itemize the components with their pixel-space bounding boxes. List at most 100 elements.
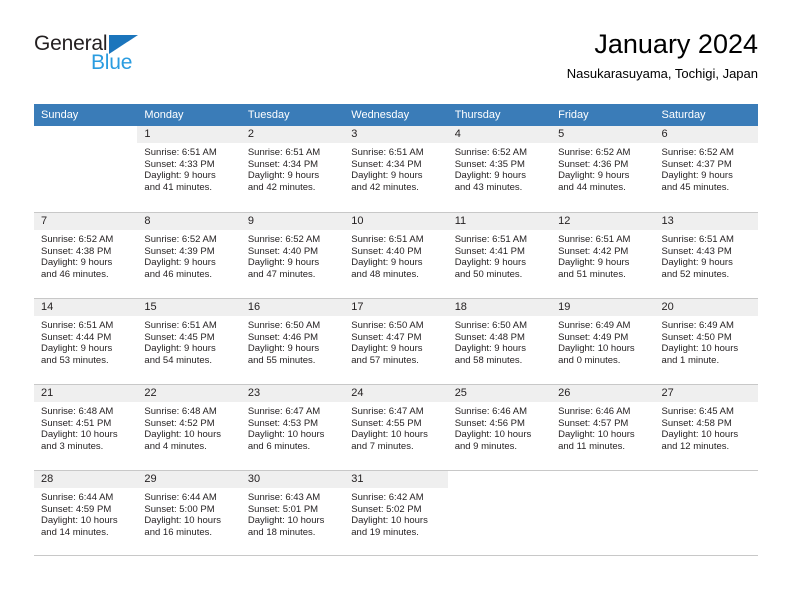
day-cell[interactable]: 8 Sunrise: 6:52 AM Sunset: 4:39 PM Daylight… [137, 212, 241, 298]
day-info-line: Sunset: 4:51 PM [41, 417, 112, 429]
day-number: 2 [240, 126, 345, 143]
day-number: 18 [447, 299, 552, 316]
day-info-line: Daylight: 9 hours [661, 170, 733, 182]
page-subtitle: Nasukarasuyama, Tochigi, Japan [566, 66, 758, 81]
day-info-line: Sunset: 4:59 PM [41, 503, 112, 515]
day-info-line: and 57 minutes. [351, 354, 419, 366]
day-info-line: Sunrise: 6:51 AM [247, 147, 321, 158]
day-info-line: and 3 minutes. [41, 440, 104, 452]
day-info-line: Daylight: 9 hours [144, 257, 216, 269]
day-info-line: Daylight: 9 hours [454, 257, 526, 269]
day-info-line: Daylight: 9 hours [247, 257, 320, 269]
day-cell[interactable]: 6 Sunrise: 6:52 AM Sunset: 4:37 PM Daylight… [654, 126, 758, 212]
page-header: General Blue January 2024 Nasukarasuyama… [34, 28, 758, 96]
day-info-line: Daylight: 10 hours [247, 429, 325, 441]
day-info-line: and 47 minutes. [247, 268, 316, 280]
day-cell[interactable]: 19 Sunrise: 6:49 AM Sunset: 4:49 PM Dayligh… [551, 298, 655, 384]
calendar-week-row: 21 Sunrise: 6:48 AM Sunset: 4:51 PM Dayligh… [34, 384, 758, 470]
day-info-line: Sunrise: 6:48 AM [144, 406, 217, 417]
day-info-line: Sunset: 4:48 PM [454, 331, 525, 343]
day-cell[interactable]: 12 Sunrise: 6:51 AM Sunset: 4:42 PM Dayligh… [551, 212, 655, 298]
day-sun-info: Sunrise: 6:52 AM Sunset: 4:35 PM Daylight:… [448, 143, 551, 193]
day-cell[interactable]: 1 Sunrise: 6:51 AM Sunset: 4:33 PM Daylight… [137, 126, 241, 212]
day-info-line: Daylight: 10 hours [454, 429, 532, 441]
day-cell[interactable]: 3 Sunrise: 6:51 AM Sunset: 4:34 PM Daylight… [344, 126, 448, 212]
day-number: 31 [344, 471, 448, 488]
day-cell[interactable]: 22 Sunrise: 6:48 AM Sunset: 4:52 PM Dayligh… [137, 384, 241, 470]
day-info-line: Daylight: 9 hours [351, 170, 423, 182]
day-info-line: Daylight: 9 hours [247, 343, 320, 355]
weekday-header-monday: Monday [137, 104, 241, 126]
day-info-line: Sunrise: 6:48 AM [41, 406, 114, 417]
day-cell[interactable]: 18 Sunrise: 6:50 AM Sunset: 4:48 PM Dayligh… [447, 298, 552, 384]
day-sun-info: Sunrise: 6:50 AM Sunset: 4:46 PM Daylight:… [241, 316, 344, 366]
day-info-line: Daylight: 10 hours [351, 429, 428, 441]
day-cell[interactable]: 25 Sunrise: 6:46 AM Sunset: 4:56 PM Dayligh… [447, 384, 552, 470]
day-sun-info: Sunrise: 6:46 AM Sunset: 4:57 PM Daylight:… [551, 402, 654, 452]
day-cell[interactable]: 17 Sunrise: 6:50 AM Sunset: 4:47 PM Dayligh… [344, 298, 448, 384]
day-cell[interactable]: 11 Sunrise: 6:51 AM Sunset: 4:41 PM Dayligh… [447, 212, 552, 298]
day-sun-info: Sunrise: 6:52 AM Sunset: 4:38 PM Daylight:… [34, 230, 137, 280]
day-number: 16 [240, 299, 345, 316]
day-cell[interactable]: 10 Sunrise: 6:51 AM Sunset: 4:40 PM Dayligh… [344, 212, 448, 298]
day-cell[interactable]: 13 Sunrise: 6:51 AM Sunset: 4:43 PM Dayligh… [654, 212, 758, 298]
day-cell[interactable]: 21 Sunrise: 6:48 AM Sunset: 4:51 PM Dayligh… [34, 384, 138, 470]
day-cell[interactable]: 15 Sunrise: 6:51 AM Sunset: 4:45 PM Dayligh… [137, 298, 241, 384]
day-info-line: Sunrise: 6:50 AM [351, 320, 424, 331]
day-number: 3 [344, 126, 448, 143]
day-cell[interactable]: 20 Sunrise: 6:49 AM Sunset: 4:50 PM Dayligh… [654, 298, 758, 384]
day-info-line: Daylight: 9 hours [661, 257, 733, 269]
day-sun-info: Sunrise: 6:51 AM Sunset: 4:34 PM Daylight:… [344, 143, 447, 193]
day-cell[interactable]: 26 Sunrise: 6:46 AM Sunset: 4:57 PM Dayligh… [551, 384, 655, 470]
day-info-line: Sunrise: 6:44 AM [41, 492, 114, 503]
day-cell-empty [654, 470, 758, 556]
day-cell[interactable]: 31 Sunrise: 6:42 AM Sunset: 5:02 PM Dayligh… [344, 470, 448, 556]
day-info-line: Sunset: 5:00 PM [144, 503, 215, 515]
day-info-line: and 18 minutes. [247, 526, 316, 538]
weekday-header-wednesday: Wednesday [344, 104, 448, 126]
day-number: 19 [551, 299, 655, 316]
day-cell[interactable]: 2 Sunrise: 6:51 AM Sunset: 4:34 PM Daylight… [240, 126, 345, 212]
day-info-line: Sunset: 4:53 PM [247, 417, 319, 429]
day-sun-info: Sunrise: 6:52 AM Sunset: 4:40 PM Daylight:… [241, 230, 344, 280]
day-cell[interactable]: 9 Sunrise: 6:52 AM Sunset: 4:40 PM Daylight… [240, 212, 345, 298]
day-info-line: Daylight: 10 hours [558, 429, 635, 441]
day-cell[interactable]: 30 Sunrise: 6:43 AM Sunset: 5:01 PM Dayligh… [240, 470, 345, 556]
generalblue-logo[interactable]: General Blue [34, 32, 214, 84]
day-cell[interactable]: 4 Sunrise: 6:52 AM Sunset: 4:35 PM Daylight… [447, 126, 552, 212]
day-sun-info: Sunrise: 6:49 AM Sunset: 4:49 PM Daylight:… [551, 316, 654, 366]
day-info-line: and 44 minutes. [558, 181, 626, 193]
day-cell[interactable]: 29 Sunrise: 6:44 AM Sunset: 5:00 PM Dayligh… [137, 470, 241, 556]
day-info-line: Daylight: 9 hours [41, 343, 113, 355]
day-sun-info: Sunrise: 6:51 AM Sunset: 4:34 PM Daylight:… [241, 143, 344, 193]
day-info-line: and 48 minutes. [351, 268, 419, 280]
day-number: 15 [137, 299, 241, 316]
day-cell[interactable]: 28 Sunrise: 6:44 AM Sunset: 4:59 PM Dayligh… [34, 470, 138, 556]
logo-text-blue: Blue [91, 51, 133, 74]
day-info-line: and 1 minute. [661, 354, 720, 366]
calendar-week-row: 1 Sunrise: 6:51 AM Sunset: 4:33 PM Daylight… [34, 126, 758, 212]
day-info-line: and 51 minutes. [558, 268, 626, 280]
day-sun-info [655, 488, 758, 492]
day-cell[interactable]: 5 Sunrise: 6:52 AM Sunset: 4:36 PM Daylight… [551, 126, 655, 212]
day-info-line: Daylight: 9 hours [351, 257, 423, 269]
day-info-line: Daylight: 10 hours [351, 515, 428, 527]
day-cell[interactable]: 7 Sunrise: 6:52 AM Sunset: 4:38 PM Daylight… [34, 212, 138, 298]
day-number: 14 [34, 299, 138, 316]
day-info-line: and 53 minutes. [41, 354, 109, 366]
weekday-header-sunday: Sunday [34, 104, 138, 126]
day-sun-info: Sunrise: 6:46 AM Sunset: 4:56 PM Daylight:… [448, 402, 551, 452]
day-cell[interactable]: 27 Sunrise: 6:45 AM Sunset: 4:58 PM Dayligh… [654, 384, 758, 470]
day-cell[interactable]: 23 Sunrise: 6:47 AM Sunset: 4:53 PM Dayligh… [240, 384, 345, 470]
day-cell[interactable]: 24 Sunrise: 6:47 AM Sunset: 4:55 PM Dayligh… [344, 384, 448, 470]
day-info-line: Sunset: 5:01 PM [247, 503, 319, 515]
day-info-line: Sunrise: 6:51 AM [144, 147, 217, 158]
day-cell[interactable]: 14 Sunrise: 6:51 AM Sunset: 4:44 PM Dayligh… [34, 298, 138, 384]
day-info-line: and 12 minutes. [661, 440, 730, 452]
day-sun-info: Sunrise: 6:49 AM Sunset: 4:50 PM Daylight:… [655, 316, 758, 366]
day-info-line: Daylight: 9 hours [558, 170, 630, 182]
day-cell[interactable]: 16 Sunrise: 6:50 AM Sunset: 4:46 PM Dayligh… [240, 298, 345, 384]
day-info-line: Sunset: 4:47 PM [351, 331, 422, 343]
day-info-line: Sunrise: 6:52 AM [661, 147, 734, 158]
day-number: 30 [240, 471, 345, 488]
